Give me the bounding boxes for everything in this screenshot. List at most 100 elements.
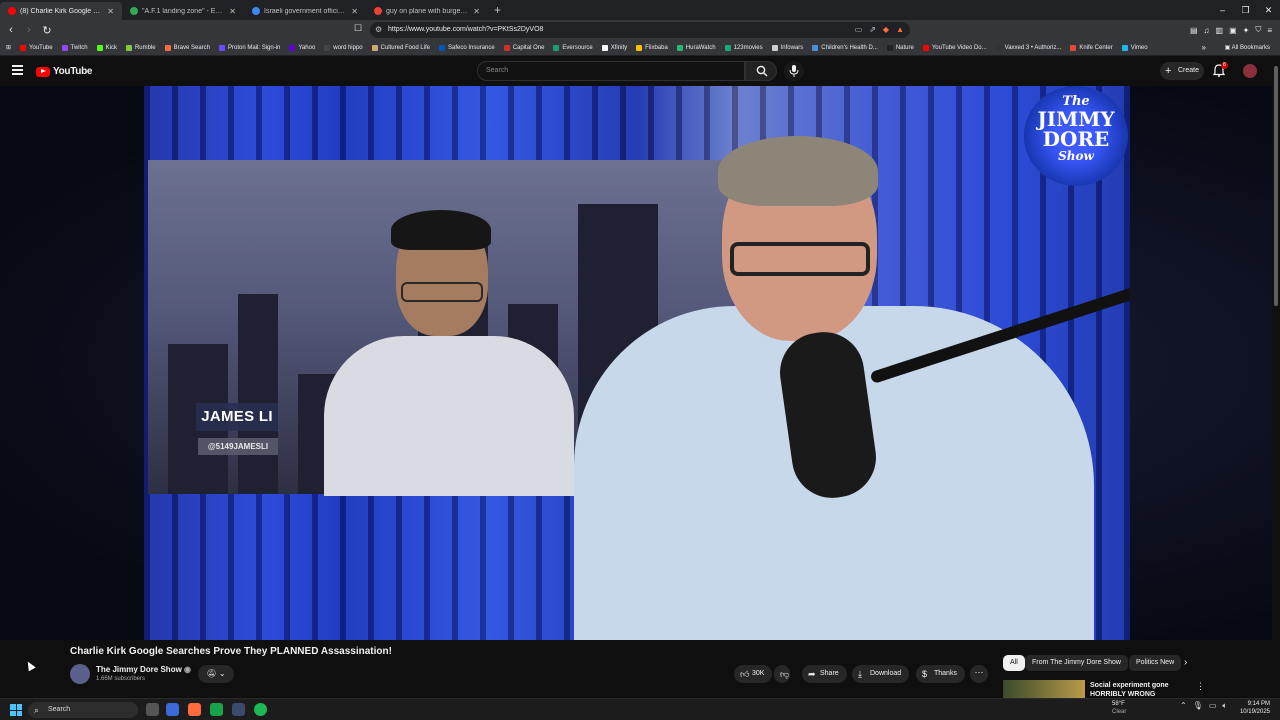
- app-icon[interactable]: [166, 703, 179, 716]
- download-button[interactable]: ⤓ Download: [852, 665, 910, 683]
- bookmark-page-icon[interactable]: ☐: [354, 23, 362, 34]
- restore-icon[interactable]: ❐: [1234, 0, 1257, 20]
- address-bar[interactable]: ⚙ https://www.youtube.com/watch?v=PKtSs2…: [370, 22, 910, 38]
- windows-start-icon[interactable]: [10, 704, 22, 716]
- tab-explore[interactable]: "A.F.1 landing zone" - Explore - Goo ✕: [122, 2, 244, 20]
- bookmark-item[interactable]: Rumble: [125, 44, 156, 51]
- reader-icon[interactable]: ▥: [1216, 26, 1224, 35]
- wallet-icon[interactable]: ▣: [1229, 26, 1237, 35]
- new-tab-icon[interactable]: +: [494, 3, 501, 17]
- bookmark-item[interactable]: Kick: [96, 44, 117, 51]
- share-page-icon[interactable]: ⇗: [869, 22, 876, 38]
- vpn-icon[interactable]: ⛉: [1255, 25, 1261, 35]
- recommended-more-icon[interactable]: ⋮: [1196, 681, 1205, 692]
- bookmark-item[interactable]: Capital One: [503, 44, 544, 51]
- chip-all[interactable]: All: [1003, 655, 1025, 671]
- system-clock[interactable]: 9:14 PM 10/19/2025: [1234, 700, 1270, 716]
- close-tab-icon[interactable]: ✕: [107, 7, 114, 16]
- tab-youtube[interactable]: (8) Charlie Kirk Google Searc ✕: [0, 2, 122, 20]
- chip-from-channel[interactable]: From The Jimmy Dore Show: [1025, 655, 1128, 671]
- taskbar-search[interactable]: ⌕ Search: [28, 702, 138, 718]
- tab-label: (8) Charlie Kirk Google Searc: [20, 7, 104, 15]
- menu-icon[interactable]: ≡: [1267, 26, 1272, 35]
- bookmark-item[interactable]: HuraWatch: [676, 44, 716, 51]
- bookmark-item[interactable]: Yahoo: [289, 44, 315, 51]
- chip-politics[interactable]: Politics New: [1129, 655, 1182, 671]
- forward-icon[interactable]: ›: [22, 24, 36, 36]
- brave-shields-icon[interactable]: ◆: [883, 22, 889, 38]
- close-tab-icon[interactable]: ✕: [351, 7, 358, 16]
- more-actions-icon[interactable]: ⋯: [970, 665, 988, 683]
- apps-icon[interactable]: ⊞: [6, 44, 11, 51]
- bookmark-item[interactable]: Xfinity: [601, 44, 627, 51]
- more-bookmarks-icon[interactable]: »: [1202, 40, 1206, 56]
- bookmark-item[interactable]: Safeco Insurance: [439, 44, 495, 51]
- app-icon[interactable]: [232, 703, 245, 716]
- create-button[interactable]: + Create: [1160, 62, 1204, 80]
- subscribed-button[interactable]: 🔕︎ ⌄: [198, 665, 234, 683]
- thanks-button[interactable]: $ Thanks: [916, 665, 965, 683]
- all-bookmarks[interactable]: ▣ All Bookmarks: [1225, 40, 1270, 56]
- bookmark-item[interactable]: Infowars: [771, 44, 803, 51]
- close-window-icon[interactable]: ✕: [1257, 0, 1280, 20]
- display-icon[interactable]: ▭: [1209, 701, 1217, 711]
- bookmark-item[interactable]: Eversource: [553, 44, 593, 51]
- microphone-icon: [789, 65, 799, 77]
- back-icon[interactable]: ‹: [4, 24, 18, 36]
- like-button[interactable]: 👍︎ 30K: [734, 665, 773, 683]
- cast-icon[interactable]: ▭: [855, 22, 863, 38]
- channel-avatar[interactable]: [70, 664, 90, 684]
- bookmark-item[interactable]: Knife Center: [1070, 44, 1113, 51]
- weather-widget[interactable]: 58°F Clear: [1112, 700, 1126, 716]
- bookmark-item[interactable]: Flixbaba: [636, 44, 668, 51]
- music-icon[interactable]: ♫: [1204, 26, 1210, 35]
- close-tab-icon[interactable]: ✕: [473, 7, 480, 16]
- account-avatar[interactable]: [1243, 64, 1257, 78]
- bookmark-item[interactable]: YouTube Video Do...: [922, 44, 987, 51]
- search-button[interactable]: [745, 61, 777, 81]
- bookmark-item[interactable]: Vimeo: [1121, 44, 1148, 51]
- youtube-logo[interactable]: YouTube: [36, 66, 93, 77]
- bookmark-item[interactable]: Proton Mail: Sign-in: [219, 44, 280, 51]
- tab-news[interactable]: Israeli government official charged w ✕: [244, 2, 366, 20]
- bookmark-item[interactable]: YouTube: [20, 44, 53, 51]
- file-explorer-icon[interactable]: [146, 703, 159, 716]
- dislike-button[interactable]: 👎︎: [774, 665, 790, 683]
- bookmark-item[interactable]: 123movies: [724, 44, 763, 51]
- site-info-icon[interactable]: ⚙: [375, 22, 382, 38]
- bookmark-item[interactable]: Vaxxed 3 • Authoriz...: [995, 44, 1061, 51]
- youtube-favicon-icon: [8, 7, 16, 15]
- bookmark-item[interactable]: Nature: [886, 44, 914, 51]
- bookmark-item[interactable]: Cultured Food Life: [371, 44, 430, 51]
- tab-search[interactable]: guy on plane with burger king hat - ✕: [366, 2, 488, 20]
- brave-browser-icon[interactable]: [188, 703, 201, 716]
- recommended-title[interactable]: Social experiment gone HORRIBLY WRONG: [1090, 681, 1180, 699]
- sidebar-panel-icon[interactable]: ▤: [1190, 26, 1198, 35]
- brave-rewards-icon[interactable]: ▲: [896, 22, 904, 38]
- bookmarks-bar: ⊞ YouTube Twitch Kick Rumble Brave Searc…: [0, 40, 1280, 56]
- spotify-icon[interactable]: [254, 703, 267, 716]
- minimize-icon[interactable]: –: [1211, 0, 1234, 20]
- extensions-icon[interactable]: ✦: [1243, 26, 1250, 35]
- bookmark-item[interactable]: Children's Health D...: [812, 44, 878, 51]
- hamburger-menu-icon[interactable]: [12, 65, 23, 77]
- search-input[interactable]: Search: [477, 61, 745, 81]
- chevron-right-icon[interactable]: ›: [1184, 655, 1187, 671]
- toolbar-right: ▤ ♫ ▥ ▣ ✦ ⛉ ≡: [1190, 20, 1272, 40]
- channel-name[interactable]: The Jimmy Dore Show ◉: [96, 665, 191, 674]
- app-icon[interactable]: [210, 703, 223, 716]
- reload-icon[interactable]: ↻: [40, 24, 54, 37]
- chevron-up-icon[interactable]: ⌃: [1180, 701, 1187, 711]
- microphone-icon[interactable]: 🎙︎: [1193, 701, 1203, 711]
- close-tab-icon[interactable]: ✕: [229, 7, 236, 16]
- guest-name-overlay: JAMES LI: [196, 403, 278, 431]
- recommended-thumbnail[interactable]: [1003, 680, 1085, 698]
- scrollbar-thumb[interactable]: [1274, 66, 1278, 306]
- volume-icon[interactable]: 🔈︎: [1222, 701, 1227, 711]
- bookmark-item[interactable]: word hippo: [324, 44, 363, 51]
- video-player[interactable]: JAMES LI @5149JAMESLI The JIMMY DORE Sho…: [0, 86, 1272, 640]
- bookmark-item[interactable]: Brave Search: [164, 44, 210, 51]
- share-button[interactable]: ➦ Share: [802, 665, 847, 683]
- bookmark-item[interactable]: Twitch: [61, 44, 88, 51]
- voice-search-button[interactable]: [784, 61, 804, 81]
